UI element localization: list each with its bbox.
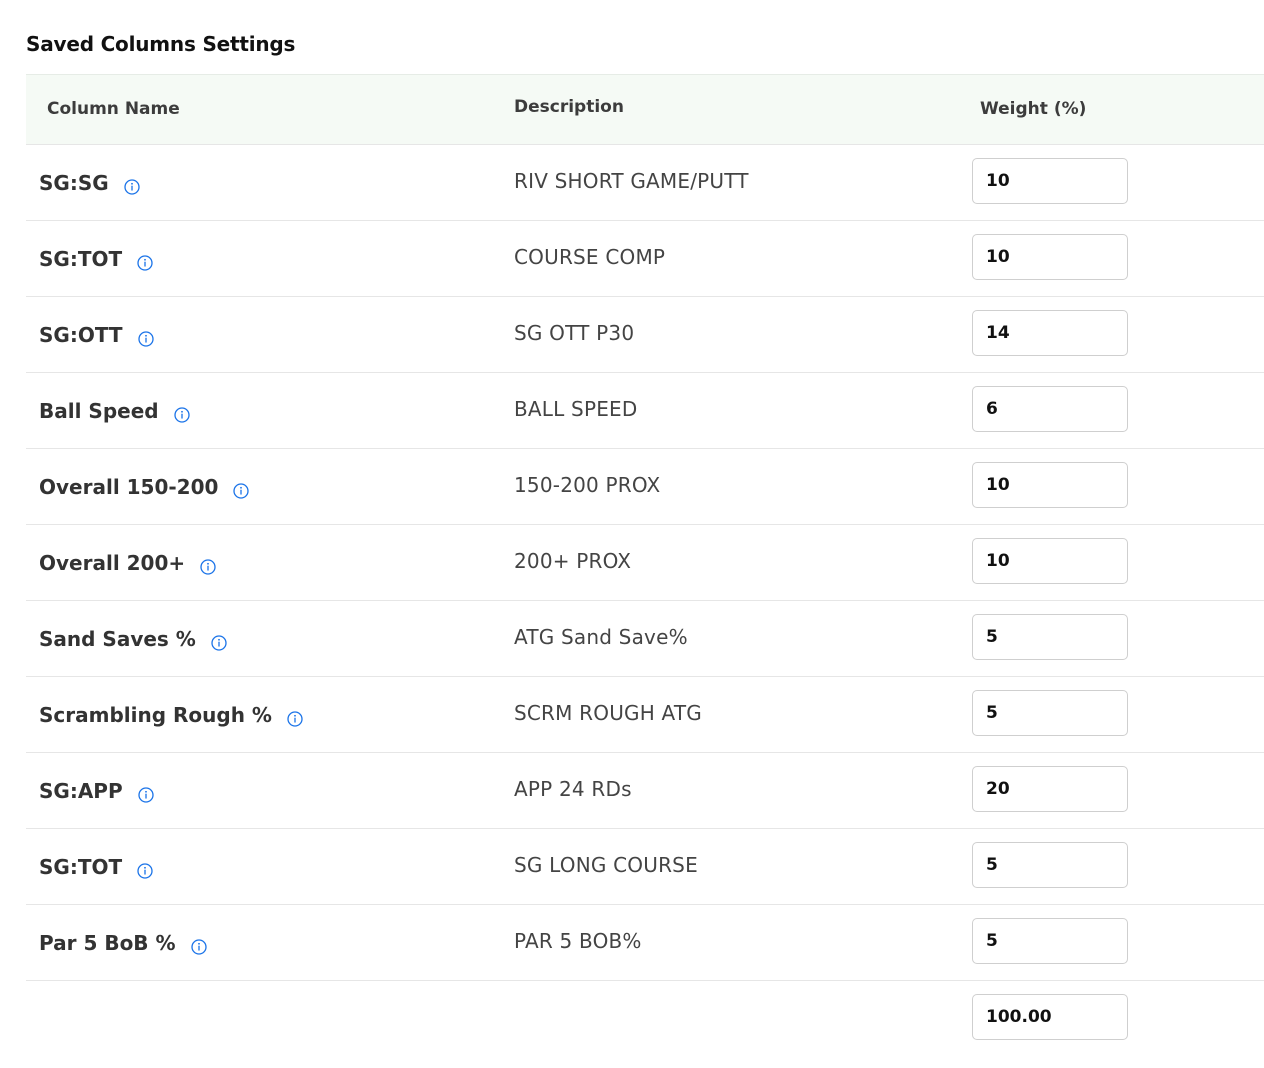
saved-columns-table: Column Name Description Weight (%) SG:SG…: [26, 74, 1264, 1056]
column-name-cell: Ball Speed: [39, 373, 190, 448]
column-name-cell: Overall 200+: [39, 525, 216, 600]
table-body: SG:SG RIV SHORT GAME/PUTT SG:TOT COURSE COM…: [26, 145, 1264, 981]
description-cell: 200+ PROX: [514, 549, 632, 573]
column-name-label: Ball Speed: [39, 398, 159, 423]
info-icon[interactable]: [200, 556, 216, 575]
weight-input[interactable]: [972, 310, 1128, 356]
info-icon[interactable]: [233, 480, 250, 499]
header-description: Description: [514, 97, 624, 117]
weight-input[interactable]: [972, 690, 1128, 736]
description-cell: ATG Sand Save%: [514, 625, 688, 649]
table-row: SG:APP APP 24 RDs: [26, 753, 1264, 829]
table-row: Overall 150-200 150-200 PROX: [26, 449, 1264, 525]
description-cell: RIV SHORT GAME/PUTT: [514, 169, 749, 193]
column-name-cell: SG:OTT: [39, 297, 154, 372]
info-icon[interactable]: [211, 632, 227, 651]
page-title: Saved Columns Settings: [26, 32, 296, 56]
table-row: SG:TOT COURSE COMP: [26, 221, 1264, 297]
table-row: Scrambling Rough % SCRM ROUGH ATG: [26, 677, 1264, 753]
column-name-cell: SG:SG: [39, 145, 140, 220]
column-name-label: SG:SG: [39, 170, 109, 195]
table-row: Sand Saves % ATG Sand Save%: [26, 601, 1264, 677]
info-icon[interactable]: [137, 860, 153, 879]
weight-input[interactable]: [972, 234, 1128, 280]
weight-input[interactable]: [972, 158, 1128, 204]
description-cell: BALL SPEED: [514, 397, 638, 421]
total-row: [26, 981, 1264, 1056]
table-row: SG:TOT SG LONG COURSE: [26, 829, 1264, 905]
info-icon[interactable]: [123, 176, 140, 195]
weight-input[interactable]: [972, 842, 1128, 888]
description-cell: SCRM ROUGH ATG: [514, 701, 702, 725]
total-weight-input[interactable]: [972, 994, 1128, 1040]
column-name-label: Scrambling Rough %: [39, 702, 272, 727]
column-name-cell: Overall 150-200: [39, 449, 250, 524]
weight-input[interactable]: [972, 918, 1128, 964]
column-name-cell: SG:TOT: [39, 221, 153, 296]
column-name-label: Overall 200+: [39, 550, 186, 575]
column-name-label: Par 5 BoB %: [39, 930, 176, 955]
column-name-label: Sand Saves %: [39, 626, 196, 651]
table-header: Column Name Description Weight (%): [26, 74, 1264, 145]
table-row: Par 5 BoB % PAR 5 BOB%: [26, 905, 1264, 981]
column-name-cell: Scrambling Rough %: [39, 677, 303, 752]
weight-input[interactable]: [972, 614, 1128, 660]
header-column-name: Column Name: [47, 99, 180, 119]
table-row: SG:SG RIV SHORT GAME/PUTT: [26, 145, 1264, 221]
table-row: SG:OTT SG OTT P30: [26, 297, 1264, 373]
weight-input[interactable]: [972, 462, 1128, 508]
weight-input[interactable]: [972, 766, 1128, 812]
info-icon[interactable]: [137, 252, 153, 271]
column-name-label: SG:APP: [39, 778, 123, 803]
info-icon[interactable]: [190, 936, 207, 955]
column-name-cell: Sand Saves %: [39, 601, 227, 676]
description-cell: APP 24 RDs: [514, 777, 632, 801]
info-icon[interactable]: [137, 784, 154, 803]
column-name-cell: Par 5 BoB %: [39, 905, 207, 980]
info-icon[interactable]: [137, 328, 154, 347]
column-name-label: Overall 150-200: [39, 474, 219, 499]
weight-input[interactable]: [972, 386, 1128, 432]
info-icon[interactable]: [287, 708, 303, 727]
weight-input[interactable]: [972, 538, 1128, 584]
header-weight: Weight (%): [980, 99, 1087, 119]
column-name-cell: SG:TOT: [39, 829, 153, 904]
column-name-label: SG:TOT: [39, 854, 123, 879]
description-cell: 150-200 PROX: [514, 473, 661, 497]
description-cell: COURSE COMP: [514, 245, 666, 269]
table-row: Ball Speed BALL SPEED: [26, 373, 1264, 449]
description-cell: PAR 5 BOB%: [514, 929, 642, 953]
table-row: Overall 200+ 200+ PROX: [26, 525, 1264, 601]
column-name-label: SG:TOT: [39, 246, 123, 271]
column-name-cell: SG:APP: [39, 753, 154, 828]
column-name-label: SG:OTT: [39, 322, 123, 347]
description-cell: SG OTT P30: [514, 321, 635, 345]
description-cell: SG LONG COURSE: [514, 853, 698, 877]
info-icon[interactable]: [173, 404, 190, 423]
